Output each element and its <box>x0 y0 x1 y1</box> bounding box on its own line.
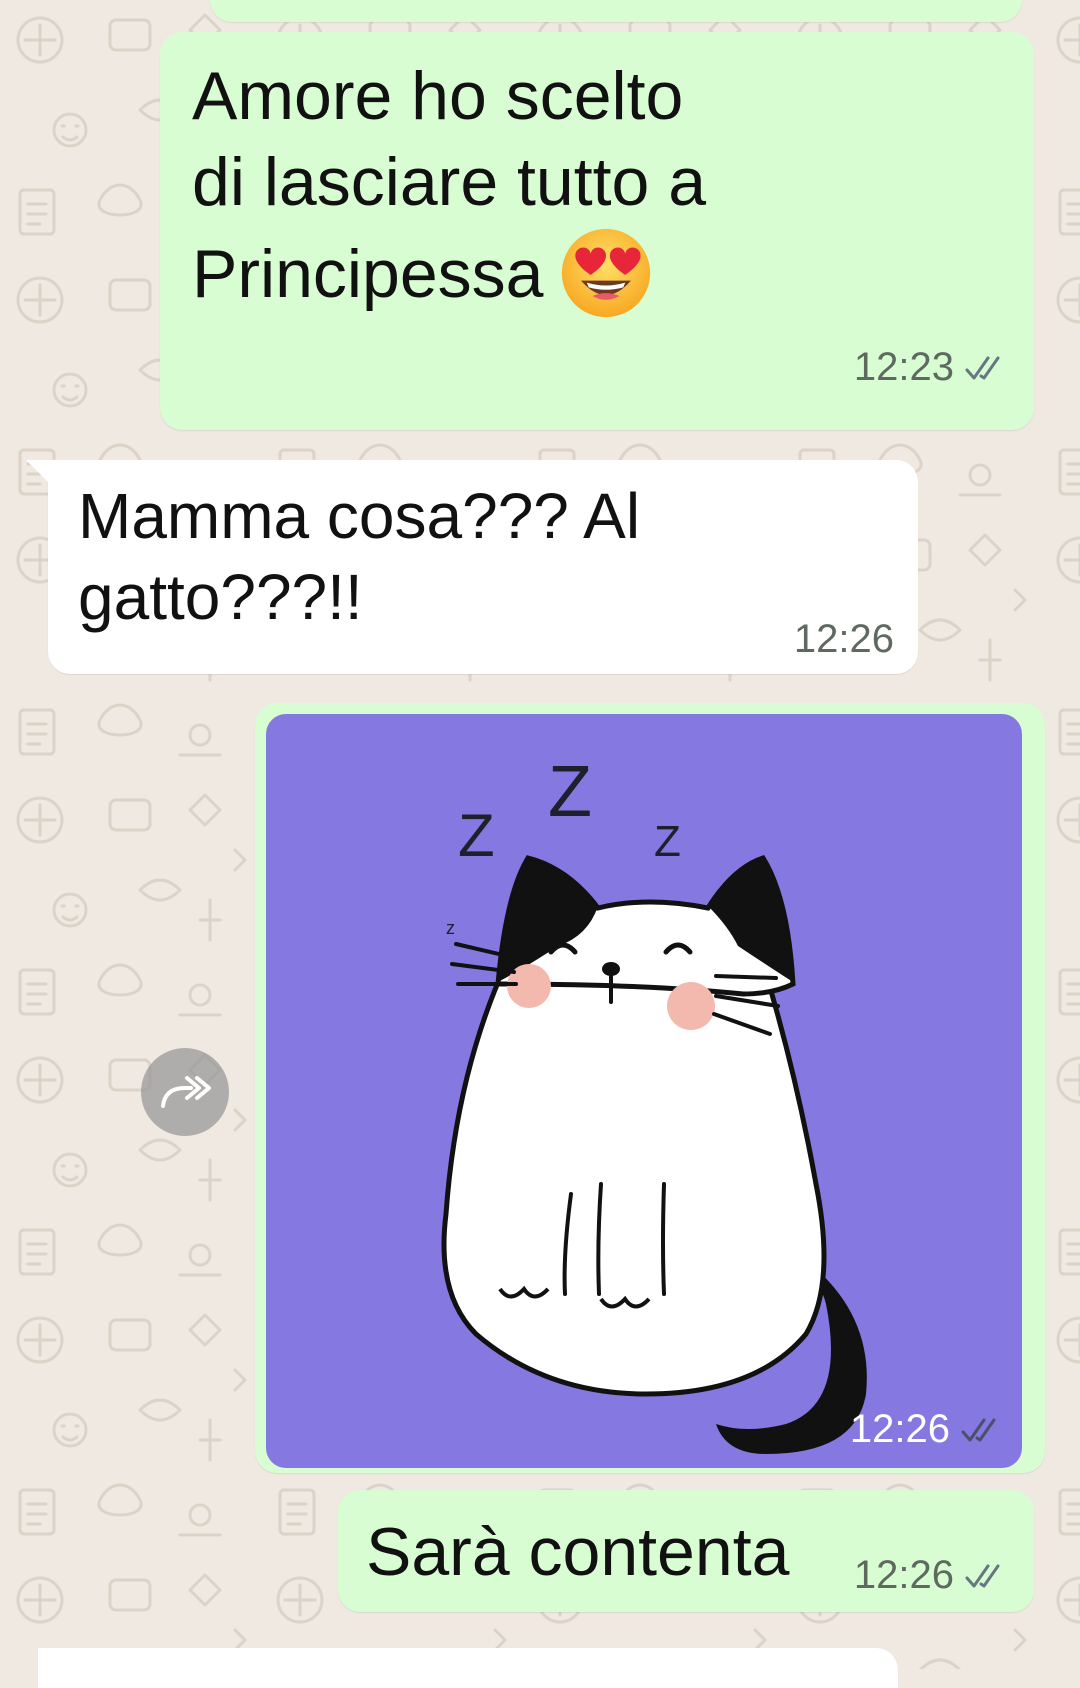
message-line: Principessa <box>192 229 1012 327</box>
message-meta: 12:26 <box>794 617 894 662</box>
sleep-letter-z: z <box>446 918 455 938</box>
message-meta: 12:23 <box>854 345 1008 390</box>
message-line: di lasciare tutto a <box>192 143 707 220</box>
sleeping-cat-sticker[interactable]: Z Z Z z 12:26 <box>266 714 1022 1468</box>
forward-button[interactable] <box>141 1048 229 1136</box>
heart-eyes-emoji-icon <box>561 229 650 318</box>
outgoing-message-bubble[interactable]: Sarà contenta 12:26 <box>338 1490 1034 1612</box>
sleep-letter-z: Z <box>458 802 495 869</box>
message-text: Sarà contenta <box>366 1514 790 1590</box>
forward-icon <box>161 1076 211 1108</box>
message-time: 12:23 <box>853 345 954 389</box>
message-time: 12:26 <box>793 617 894 661</box>
incoming-message-bubble[interactable]: Mamma cosa??? Al gatto???!! 12:26 <box>48 460 918 674</box>
message-text: Mamma cosa??? Al gatto???!! <box>78 476 838 637</box>
message-line: Amore ho scelto <box>192 58 684 134</box>
sleep-letter-z: Z <box>548 752 592 832</box>
previous-message-bubble[interactable] <box>210 0 1022 22</box>
message-meta: 12:26 <box>854 1553 1008 1598</box>
sleep-letter-z: Z <box>654 817 681 866</box>
message-line: Mamma cosa??? Al <box>78 480 641 552</box>
outgoing-message-bubble[interactable]: Amore ho scelto di lasciare tutto a Prin… <box>160 32 1034 430</box>
next-message-bubble[interactable] <box>38 1648 898 1688</box>
double-check-icon <box>965 356 1000 379</box>
message-text: Amore ho scelto di lasciare tutto a Prin… <box>192 54 1012 327</box>
incoming-bubble-tail <box>26 460 52 486</box>
double-check-icon <box>961 1418 996 1441</box>
message-time: 12:26 <box>849 1407 950 1451</box>
message-line: gatto???!! <box>78 560 363 633</box>
sleeping-cat-icon: Z Z Z z <box>266 714 1022 1468</box>
sticker-meta: 12:26 <box>850 1407 1004 1452</box>
double-check-icon <box>965 1564 1000 1587</box>
message-time: 12:26 <box>853 1553 954 1597</box>
